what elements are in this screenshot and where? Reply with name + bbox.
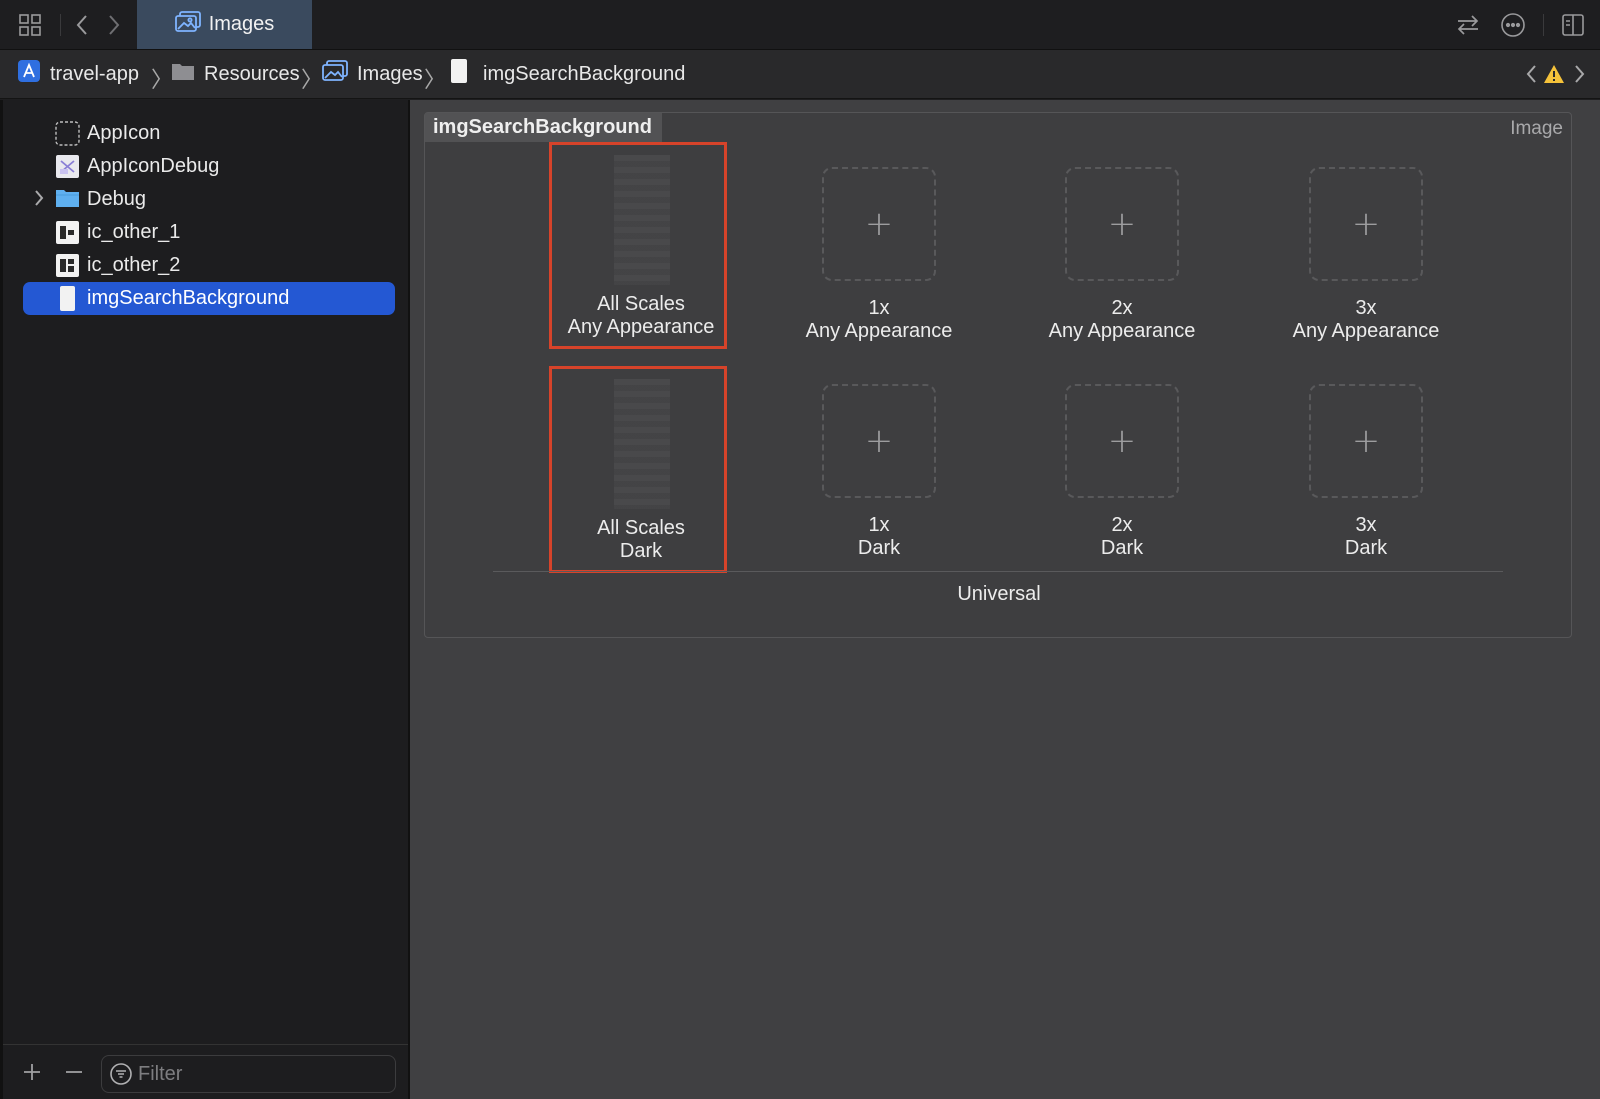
empty-image-well[interactable]: + [822,384,936,498]
remove-icon[interactable] [61,1059,87,1085]
empty-image-well[interactable]: + [1309,167,1423,281]
slot-caption: 1x Dark [857,514,901,559]
image-asset-icon [55,220,80,245]
filter-field[interactable] [101,1055,396,1093]
breadcrumb-chevron-icon: 〉 [151,67,174,92]
sidebar-item-ic-other-1[interactable]: ic_other_1 [23,216,395,249]
asset-navigator: AppIcon AppIconDebug Debug ic_other_1 ic… [0,100,410,1099]
image-well-3x-any[interactable]: + 3x Any Appearance [1277,145,1455,345]
warning-icon[interactable] [1541,61,1567,87]
xcode-project-icon [17,59,41,89]
breadcrumb-item-asset[interactable]: imgSearchBackground [450,58,685,90]
image-well-1x-any[interactable]: + 1x Any Appearance [790,145,968,345]
breadcrumb: travel-app 〉 Resources 〉 Images 〉 imgSea… [0,50,1600,99]
toolbar-separator [60,14,61,36]
empty-image-well[interactable]: + [1065,167,1179,281]
breadcrumb-chevron-icon: 〉 [424,67,447,92]
plus-icon: + [1351,204,1381,244]
sidebar-item-debug[interactable]: Debug [23,183,395,216]
slot-caption: 2x Any Appearance [1048,297,1196,342]
slot-caption: All Scales Dark [597,517,685,562]
disclosure-chevron-icon[interactable] [33,189,45,213]
image-well-2x-any[interactable]: + 2x Any Appearance [1033,145,1211,345]
appicon-debug-icon [55,154,80,179]
plus-icon: + [1107,204,1137,244]
toolbar-separator [1543,14,1544,36]
breadcrumb-chevron-icon: 〉 [301,67,324,92]
sidebar-item-appicondebug[interactable]: AppIconDebug [23,150,395,183]
empty-image-well[interactable]: + [1065,384,1179,498]
tab-label: Images [208,13,275,35]
navigator-footer [3,1044,408,1099]
add-icon[interactable] [19,1059,45,1085]
chevron-left-icon[interactable] [69,12,95,38]
image-well-all-scales-any[interactable]: All Scales Any Appearance [549,142,727,349]
image-well-all-scales-dark[interactable]: All Scales Dark [549,366,727,573]
image-well-3x-dark[interactable]: + 3x Dark [1277,362,1455,562]
image-thumbnail [614,155,670,285]
slot-caption: 3x Any Appearance [1292,297,1440,342]
appicon-placeholder-icon [55,121,80,146]
group-divider [493,571,1503,572]
window-toolbar: Images [0,0,1600,50]
image-asset-icon [55,286,80,311]
image-thumbnail [614,379,670,509]
device-group-label: Universal [957,583,1041,605]
breadcrumb-item-catalog[interactable]: Images [322,60,423,88]
image-asset-icon [450,58,468,90]
filter-input[interactable] [138,1062,378,1086]
swap-arrows-icon[interactable] [1455,12,1481,38]
image-asset-icon [55,253,80,278]
image-well-2x-dark[interactable]: + 2x Dark [1033,362,1211,562]
asset-editor: imgSearchBackground Image All Scales Any… [410,100,1600,1099]
sidebar-item-ic-other-2[interactable]: ic_other_2 [23,249,395,282]
plus-icon: + [1107,421,1137,461]
slot-caption: All Scales Any Appearance [567,293,715,338]
inspector-toggle-icon[interactable] [1560,12,1586,38]
breadcrumb-item-project[interactable]: travel-app [17,59,139,89]
chevron-right-icon[interactable] [101,12,127,38]
image-well-1x-dark[interactable]: + 1x Dark [790,362,968,562]
image-set-panel: imgSearchBackground Image All Scales Any… [424,112,1572,638]
tab-images[interactable]: Images [137,0,312,49]
plus-icon: + [1351,421,1381,461]
more-options-icon[interactable] [1500,12,1526,38]
plus-icon: + [864,421,894,461]
filter-icon [110,1063,132,1090]
photos-icon [174,10,201,39]
slot-caption: 2x Dark [1100,514,1144,559]
slot-caption: 3x Dark [1344,514,1388,559]
folder-icon [171,61,195,87]
photos-icon [322,60,348,88]
asset-type-label: Image [1510,118,1563,139]
folder-icon [55,187,80,212]
sidebar-item-appicon[interactable]: AppIcon [23,117,395,150]
asset-name-label: imgSearchBackground [425,113,662,142]
empty-image-well[interactable]: + [1309,384,1423,498]
sidebar-item-imgsearchbackground[interactable]: imgSearchBackground [23,282,395,315]
grid-icon[interactable] [17,12,43,38]
next-issue-chevron-icon[interactable] [1567,61,1593,87]
empty-image-well[interactable]: + [822,167,936,281]
plus-icon: + [864,204,894,244]
breadcrumb-item-group[interactable]: Resources [171,61,300,87]
slot-caption: 1x Any Appearance [805,297,953,342]
